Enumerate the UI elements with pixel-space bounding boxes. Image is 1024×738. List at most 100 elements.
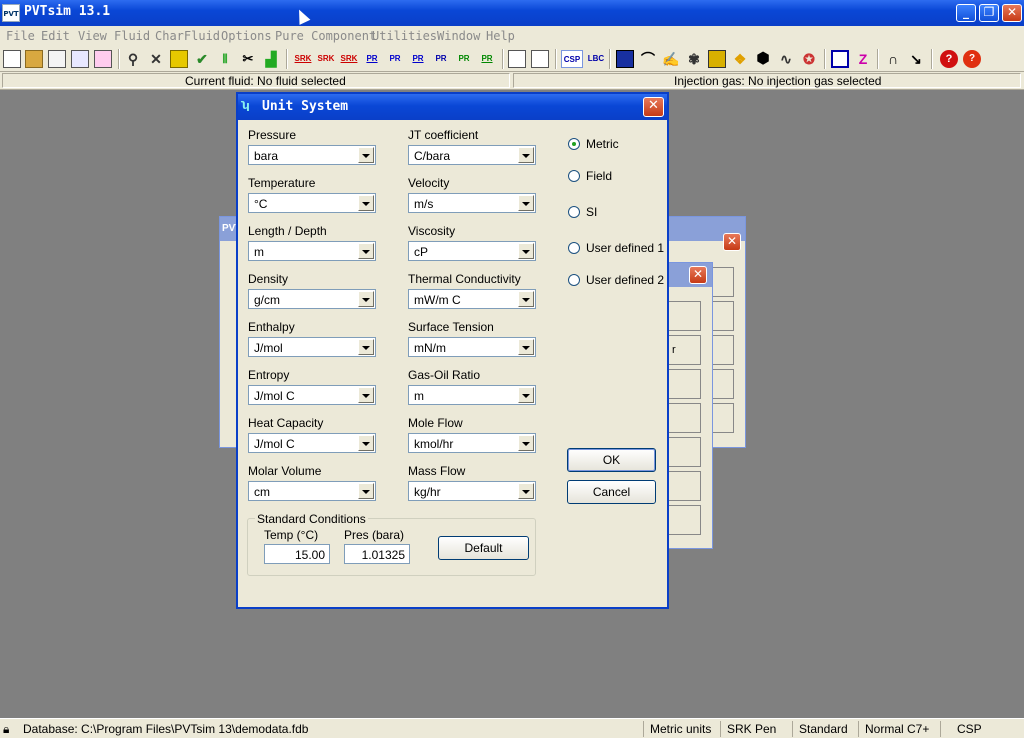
srk-icon[interactable]: SRK <box>294 50 312 68</box>
entropy-select[interactable]: J/mol C <box>248 385 376 405</box>
background-button[interactable]: r <box>665 335 701 365</box>
composition-icon[interactable] <box>508 50 526 68</box>
pipeline-icon[interactable]: ✪ <box>800 50 818 68</box>
menu-charfluid[interactable]: CharFluid <box>155 29 220 43</box>
menu-edit[interactable]: Edit <box>41 29 70 43</box>
metric-radio-label[interactable]: Metric <box>586 137 619 151</box>
asphaltene-icon[interactable]: ❖ <box>731 50 749 68</box>
curve-icon[interactable]: ∩ <box>884 50 902 68</box>
background-button[interactable] <box>665 369 701 399</box>
temperature-select[interactable]: °C <box>248 193 376 213</box>
chevron-down-icon[interactable] <box>518 339 534 355</box>
phase-envelope-icon[interactable]: ⌒ <box>639 50 657 68</box>
pvtsim-app-icon[interactable]: PVT <box>2 4 20 22</box>
mass-flow-select[interactable]: kg/hr <box>408 481 536 501</box>
density-select[interactable]: g/cm <box>248 289 376 309</box>
pointer-icon[interactable]: ↘ <box>907 50 925 68</box>
composition-edit-icon[interactable] <box>531 50 549 68</box>
pressure-select[interactable]: bara <box>248 145 376 165</box>
molar-volume-select[interactable]: cm <box>248 481 376 501</box>
user-defined-1-label[interactable]: User defined 1 <box>586 241 664 255</box>
bar-chart-icon[interactable]: ▟ <box>262 50 280 68</box>
menu-pure-component[interactable]: Pure Component <box>275 29 376 43</box>
chevron-down-icon[interactable] <box>518 243 534 259</box>
fluid-list-icon[interactable] <box>71 50 89 68</box>
mole-flow-select[interactable]: kmol/hr <box>408 433 536 453</box>
pr78-t-icon[interactable]: PR <box>478 50 496 68</box>
chevron-down-icon[interactable] <box>358 195 374 211</box>
delete-icon[interactable]: ✕ <box>147 50 165 68</box>
check-icon[interactable]: ✔ <box>193 50 211 68</box>
velocity-select[interactable]: m/s <box>408 193 536 213</box>
metric-radio[interactable] <box>568 138 580 150</box>
recombine-icon[interactable]: ⦀ <box>216 50 234 68</box>
chevron-down-icon[interactable] <box>518 291 534 307</box>
chevron-down-icon[interactable] <box>518 435 534 451</box>
user-defined-2-radio[interactable] <box>568 274 580 286</box>
flash-icon[interactable] <box>616 50 634 68</box>
fluid-settings-icon[interactable] <box>94 50 112 68</box>
cancel-button[interactable]: Cancel <box>567 480 656 504</box>
zx-icon[interactable]: Z <box>854 50 872 68</box>
pr78-icon[interactable]: PR <box>432 50 450 68</box>
user-defined-2-label[interactable]: User defined 2 <box>586 273 664 287</box>
ok-button[interactable]: OK <box>567 448 656 472</box>
pr78-peneloux-icon[interactable]: PR <box>455 50 473 68</box>
heat-capacity-select[interactable]: J/mol C <box>248 433 376 453</box>
menu-help[interactable]: Help <box>486 29 515 43</box>
restore-button[interactable]: ❐ <box>979 4 999 22</box>
background-close-button[interactable]: ✕ <box>689 266 707 284</box>
new-fluid-icon[interactable] <box>3 50 21 68</box>
chevron-down-icon[interactable] <box>358 291 374 307</box>
si-radio[interactable] <box>568 206 580 218</box>
default-button[interactable]: Default <box>438 536 529 560</box>
help-icon[interactable]: ? <box>940 50 958 68</box>
enthalpy-select[interactable]: J/mol <box>248 337 376 357</box>
background-close-button[interactable]: ✕ <box>723 233 741 251</box>
field-radio-label[interactable]: Field <box>586 169 612 183</box>
background-button[interactable] <box>665 301 701 331</box>
background-button[interactable] <box>665 505 701 535</box>
mix-icon[interactable] <box>170 50 188 68</box>
chevron-down-icon[interactable] <box>358 339 374 355</box>
lbc-icon[interactable]: LBC <box>586 50 606 68</box>
minimize-button[interactable]: _ <box>956 4 976 22</box>
chevron-down-icon[interactable] <box>518 195 534 211</box>
field-radio[interactable] <box>568 170 580 182</box>
search-icon[interactable]: ⚲ <box>124 50 142 68</box>
pr-peneloux-icon[interactable]: PR <box>386 50 404 68</box>
scale-icon[interactable]: ∿ <box>777 50 795 68</box>
lump-icon[interactable]: ✂ <box>239 50 257 68</box>
csp-icon[interactable]: CSP <box>561 50 583 68</box>
jt-coefficient-select[interactable]: C/bara <box>408 145 536 165</box>
chevron-down-icon[interactable] <box>358 435 374 451</box>
chevron-down-icon[interactable] <box>518 483 534 499</box>
help-context-icon[interactable]: ? <box>963 50 981 68</box>
surface-tension-select[interactable]: mN/m <box>408 337 536 357</box>
menu-utilities[interactable]: Utilities <box>372 29 437 43</box>
open-folder-icon[interactable] <box>25 50 43 68</box>
dialog-close-button[interactable]: ✕ <box>643 97 664 117</box>
thermal-conductivity-select[interactable]: mW/m C <box>408 289 536 309</box>
menu-fluid[interactable]: Fluid <box>114 29 150 43</box>
plot-icon[interactable] <box>831 50 849 68</box>
user-defined-1-radio[interactable] <box>568 242 580 254</box>
srk-peneloux-icon[interactable]: SRK <box>317 50 335 68</box>
pr-icon[interactable]: PR <box>363 50 381 68</box>
hydrate-icon[interactable]: ⬢ <box>754 50 772 68</box>
pr-t-icon[interactable]: PR <box>409 50 427 68</box>
menu-options[interactable]: Options <box>221 29 272 43</box>
background-button[interactable] <box>665 437 701 467</box>
regression-icon[interactable]: ✾ <box>685 50 703 68</box>
close-button[interactable]: ✕ <box>1002 4 1022 22</box>
background-button[interactable] <box>665 471 701 501</box>
pvt-sim-icon[interactable]: ✍ <box>662 50 680 68</box>
wax-icon[interactable] <box>708 50 726 68</box>
std-pres-input[interactable]: 1.01325 <box>344 544 410 564</box>
gas-oil-ratio-select[interactable]: m <box>408 385 536 405</box>
chevron-down-icon[interactable] <box>358 483 374 499</box>
si-radio-label[interactable]: SI <box>586 205 597 219</box>
menu-view[interactable]: View <box>78 29 107 43</box>
chevron-down-icon[interactable] <box>518 147 534 163</box>
srk-t-icon[interactable]: SRK <box>340 50 358 68</box>
